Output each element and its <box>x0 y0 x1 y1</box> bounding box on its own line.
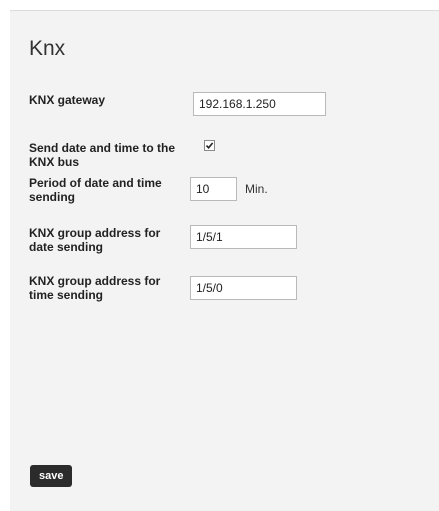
time-address-label: KNX group address for time sending <box>29 274 161 302</box>
gateway-label: KNX gateway <box>29 93 106 107</box>
checkmark-icon <box>205 142 214 150</box>
send-datetime-label: Send date and time to the KNX bus <box>29 141 176 169</box>
gateway-input[interactable] <box>193 92 326 116</box>
date-address-input[interactable] <box>190 225 297 249</box>
save-button[interactable]: save <box>30 465 73 487</box>
time-address-input[interactable] <box>190 276 297 300</box>
date-address-label: KNX group address for date sending <box>29 226 161 254</box>
page-title: Knx <box>29 37 66 60</box>
period-input[interactable] <box>190 177 237 201</box>
period-unit: Min. <box>245 182 268 196</box>
send-datetime-checkbox[interactable] <box>204 140 215 151</box>
period-label: Period of date and time sending <box>29 176 162 204</box>
settings-panel: Knx KNX gateway Send date and time to th… <box>10 10 439 511</box>
